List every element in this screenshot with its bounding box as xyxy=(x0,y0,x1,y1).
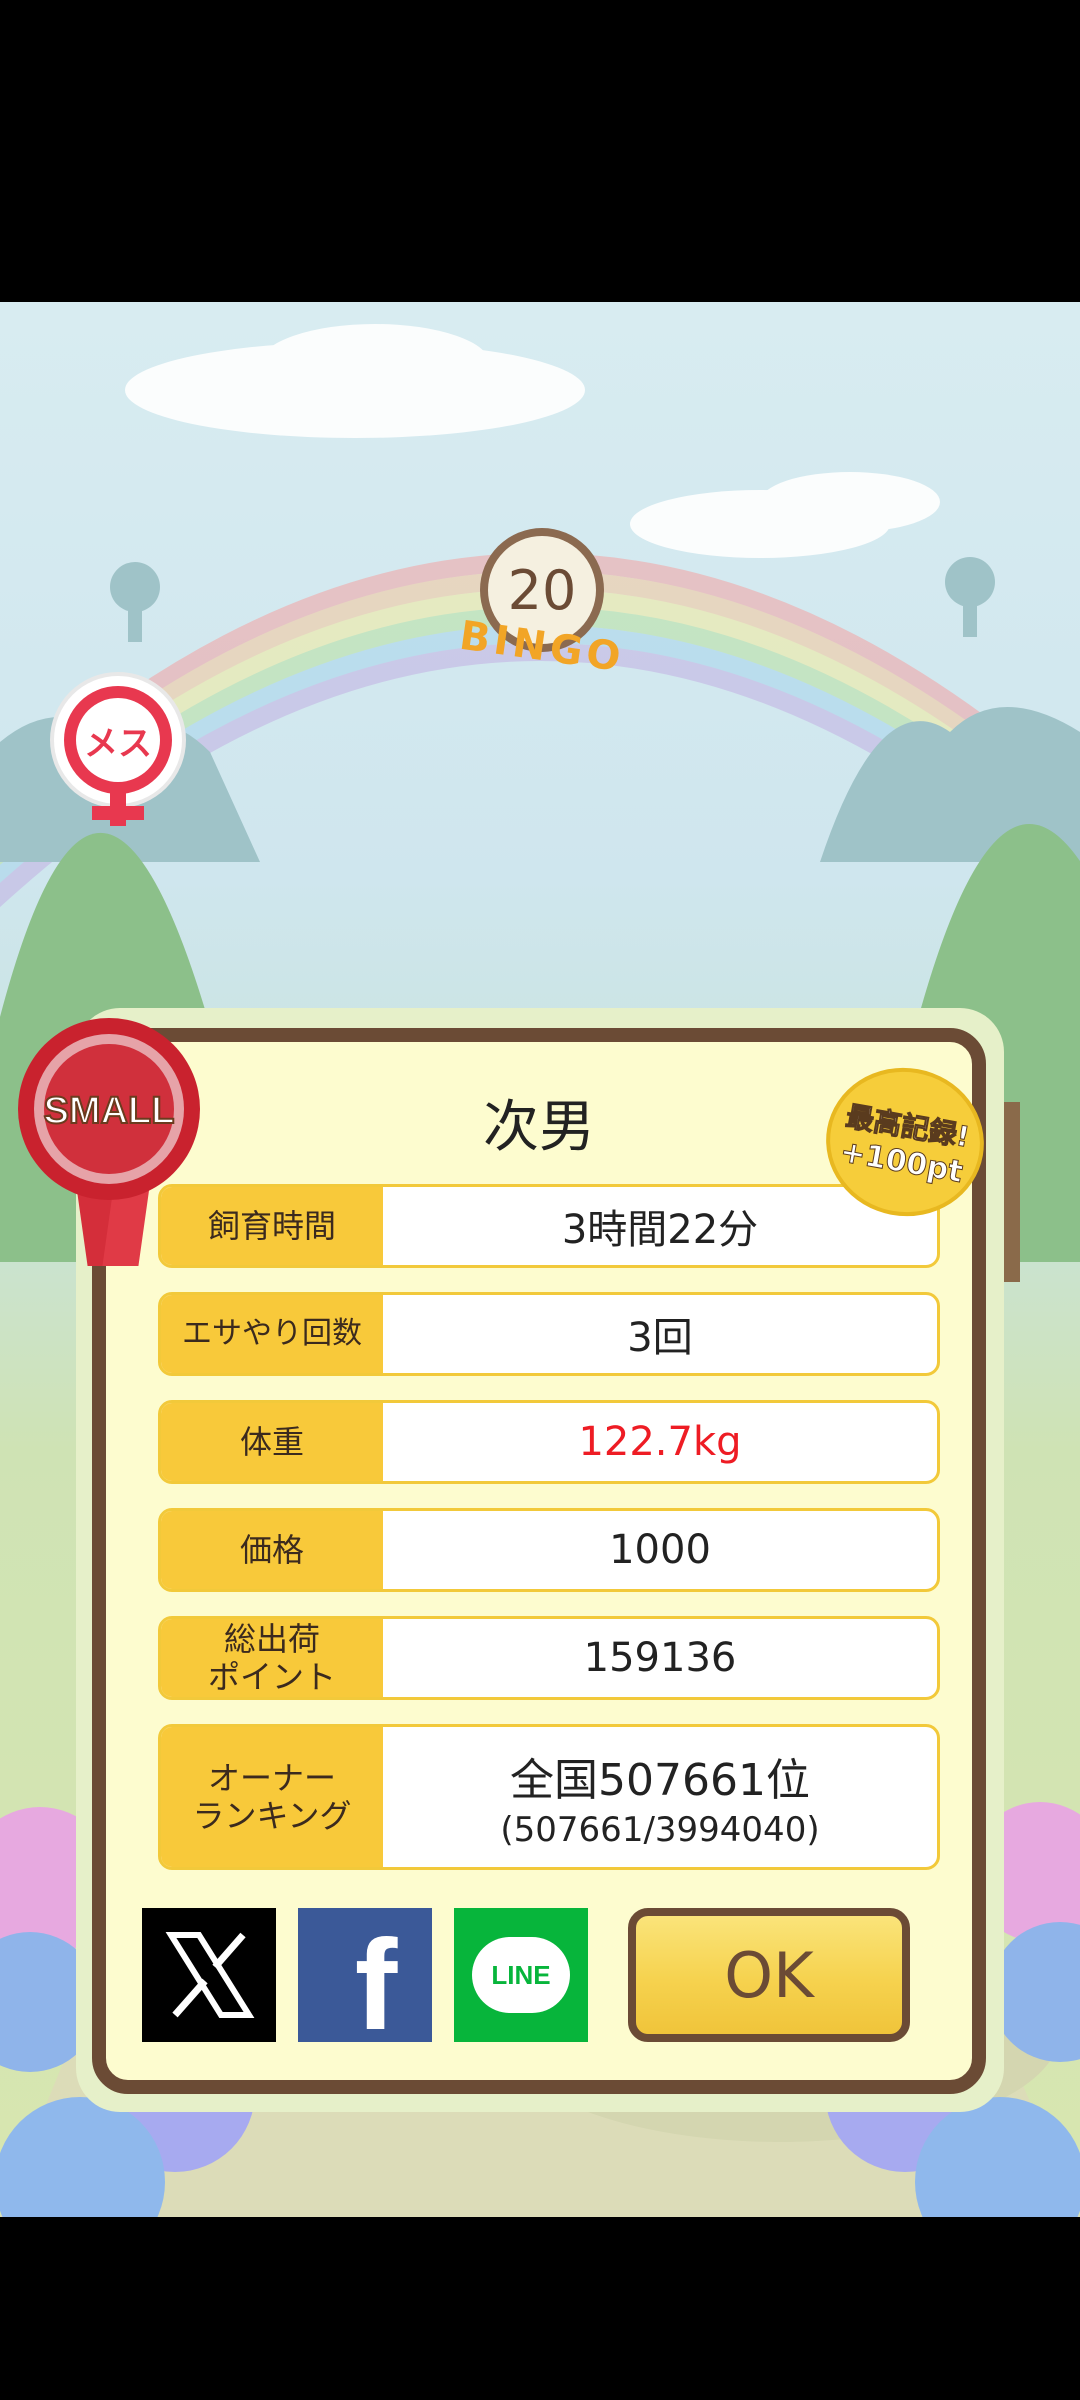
gender-label: メス xyxy=(76,698,160,782)
stat-label: エサやり回数 xyxy=(161,1295,383,1373)
stat-label-line2: ポイント xyxy=(207,1658,336,1696)
ok-button[interactable]: OK xyxy=(628,1908,910,2042)
stat-value: 3回 xyxy=(627,1315,693,1361)
size-ribbon-label: SMALL xyxy=(43,1089,176,1133)
stat-label-line1: オーナー xyxy=(207,1759,336,1797)
stat-label: 価格 xyxy=(161,1511,383,1589)
stat-row-price: 価格 1000 xyxy=(158,1508,940,1592)
stat-value: 159136 xyxy=(583,1635,737,1681)
stat-row-raising-time: 飼育時間 3時間22分 xyxy=(158,1184,940,1268)
x-logo-icon xyxy=(165,1932,255,2018)
female-badge: メス xyxy=(54,676,182,826)
stat-row-owner-ranking: オーナー ランキング 全国507661位 (507661/3994040) xyxy=(158,1724,940,1870)
stat-row-feed-count: エサやり回数 3回 xyxy=(158,1292,940,1376)
stat-label-line2: ランキング xyxy=(192,1797,352,1835)
ranking-main: 全国507661位 xyxy=(510,1755,810,1806)
stat-value: 1000 xyxy=(609,1527,711,1573)
facebook-logo-icon: f xyxy=(354,1914,398,2057)
share-line-button[interactable]: LINE xyxy=(454,1908,588,2042)
game-scene: 20 BINGO 次男 飼育時間 3時間22分 エサやり回数 3回 体重 122… xyxy=(0,302,1080,2217)
share-facebook-button[interactable]: f xyxy=(298,1908,432,2057)
line-logo-icon: LINE xyxy=(472,1937,570,2013)
stat-value: 3時間22分 xyxy=(561,1207,759,1253)
stat-row-weight: 体重 122.7kg xyxy=(158,1400,940,1484)
stat-row-shipping-points: 総出荷 ポイント 159136 xyxy=(158,1616,940,1700)
stat-label: 体重 xyxy=(161,1403,383,1481)
line-logo-text: LINE xyxy=(491,1959,551,1990)
ranking-detail: (507661/3994040) xyxy=(500,1810,820,1850)
stat-label-line1: 総出荷 xyxy=(223,1620,320,1658)
stat-value: 全国507661位 (507661/3994040) xyxy=(383,1727,937,1867)
stat-value: 122.7kg xyxy=(578,1419,742,1465)
size-ribbon: SMALL xyxy=(18,1018,200,1268)
stat-label: オーナー ランキング xyxy=(161,1727,383,1867)
share-x-button[interactable] xyxy=(142,1908,276,2042)
stat-label: 総出荷 ポイント xyxy=(161,1619,383,1697)
bingo-badge: 20 BINGO xyxy=(452,528,632,681)
